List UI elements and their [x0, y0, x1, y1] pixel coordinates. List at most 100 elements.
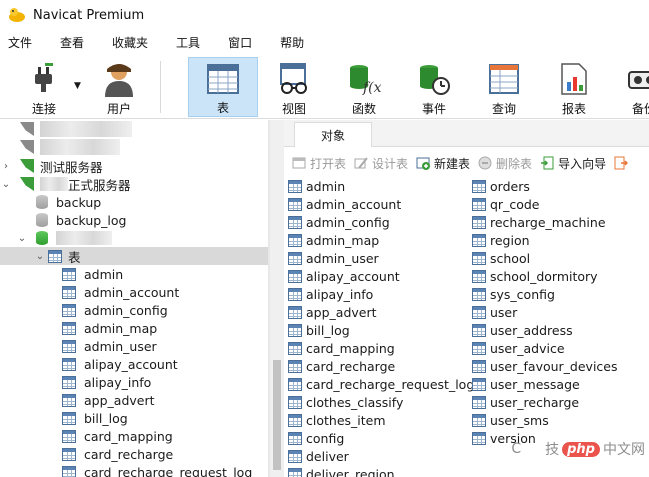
delete-table-label: 删除表 — [496, 156, 533, 171]
object-table-item[interactable]: clothes_classify — [288, 393, 403, 411]
object-table-item[interactable]: clothes_item — [288, 411, 386, 429]
redacted-name — [40, 139, 120, 155]
table-icon — [472, 305, 486, 319]
tree-table-item[interactable]: bill_log — [0, 409, 268, 427]
connection-icon — [20, 140, 34, 154]
object-table-label: admin_user — [306, 250, 379, 266]
object-table-item[interactable]: bill_log — [288, 321, 350, 339]
object-table-item[interactable]: card_recharge_request_log — [288, 375, 474, 393]
object-table-item[interactable]: admin_user — [288, 249, 379, 267]
object-table-label: card_mapping — [306, 340, 395, 356]
user-button[interactable]: 用户 — [90, 57, 148, 117]
object-table-item[interactable]: user_favour_devices — [472, 357, 618, 375]
table-icon — [288, 341, 302, 355]
import-wizard-label: 导入向导 — [558, 156, 607, 171]
object-table-item[interactable]: config — [288, 429, 344, 447]
object-table-item[interactable]: region — [472, 231, 530, 249]
tree-table-item[interactable]: admin_user — [0, 337, 268, 355]
connect-dropdown-icon[interactable]: ▼ — [74, 81, 81, 91]
menu-tools[interactable]: 工具 — [168, 32, 208, 54]
tab-objects[interactable]: 对象 — [294, 122, 372, 147]
object-table-label: bill_log — [306, 322, 350, 338]
object-table-item[interactable]: user_message — [472, 375, 580, 393]
connect-button[interactable]: 连接 — [14, 57, 74, 117]
export-wizard-button[interactable] — [614, 152, 632, 174]
object-table-item[interactable]: recharge_machine — [472, 213, 606, 231]
new-table-button[interactable]: 新建表 — [416, 152, 470, 174]
object-table-item[interactable]: app_advert — [288, 303, 377, 321]
tree-table-item[interactable]: admin_map — [0, 319, 268, 337]
report-button[interactable]: 报表 — [546, 57, 602, 117]
design-table-button[interactable]: 设计表 — [354, 152, 408, 174]
delete-table-button[interactable]: 删除表 — [478, 152, 532, 174]
view-button[interactable]: 视图 — [266, 57, 322, 117]
tree-server-test[interactable]: › 测试服务器 — [0, 157, 268, 175]
tree-db-backup[interactable]: backup — [0, 193, 268, 211]
table-icon — [288, 233, 302, 247]
object-table-item[interactable]: orders — [472, 177, 530, 195]
object-table-item[interactable]: qr_code — [472, 195, 539, 213]
open-table-button[interactable]: 打开表 — [292, 152, 346, 174]
object-table-item[interactable]: admin_map — [288, 231, 379, 249]
query-label: 查询 — [491, 102, 516, 116]
collapse-arrow-icon[interactable]: ⌄ — [0, 179, 12, 190]
object-table-item[interactable]: sys_config — [472, 285, 555, 303]
tree-table-item[interactable]: card_mapping — [0, 427, 268, 445]
collapse-arrow-icon[interactable]: ⌄ — [16, 233, 28, 244]
menu-file[interactable]: 文件 — [0, 32, 40, 54]
tree-table-item[interactable]: alipay_info — [0, 373, 268, 391]
backup-button[interactable]: 备份 — [616, 57, 649, 117]
object-table-item[interactable]: admin — [288, 177, 345, 195]
menu-favorites[interactable]: 收藏夹 — [104, 32, 156, 54]
menu-window[interactable]: 窗口 — [220, 32, 260, 54]
tree-table-item[interactable]: card_recharge_request_log — [0, 463, 268, 477]
object-table-item[interactable]: user_sms — [472, 411, 549, 429]
import-wizard-button[interactable]: 导入向导 — [540, 152, 606, 174]
menu-help[interactable]: 帮助 — [272, 32, 312, 54]
tree-tables-folder[interactable]: ⌄ 表 — [0, 247, 268, 265]
object-table-item[interactable]: user_recharge — [472, 393, 579, 411]
table-button[interactable]: 表 — [188, 57, 258, 117]
object-table-item[interactable]: admin_account — [288, 195, 401, 213]
table-icon — [288, 413, 302, 427]
object-table-item[interactable]: user_advice — [472, 339, 565, 357]
tree-table-item[interactable]: card_recharge — [0, 445, 268, 463]
query-button[interactable]: 查询 — [476, 57, 532, 117]
object-table-item[interactable]: user_address — [472, 321, 573, 339]
expand-arrow-icon[interactable]: › — [0, 161, 12, 172]
object-table-item[interactable]: deliver_region — [288, 465, 395, 477]
tree-scrollbar[interactable] — [270, 120, 284, 477]
object-table-item[interactable]: card_mapping — [288, 339, 395, 357]
object-table-item[interactable]: alipay_account — [288, 267, 400, 285]
object-table-item[interactable]: card_recharge — [288, 357, 395, 375]
event-label: 事件 — [421, 102, 446, 116]
tree-table-item[interactable]: alipay_account — [0, 355, 268, 373]
table-icon — [472, 413, 486, 427]
table-icon — [288, 251, 302, 265]
tree-db-current[interactable]: ⌄ — [0, 229, 268, 247]
menu-view[interactable]: 查看 — [52, 32, 92, 54]
tree-table-item[interactable]: app_advert — [0, 391, 268, 409]
event-clock-icon — [416, 61, 452, 97]
table-icon — [62, 411, 76, 425]
object-table-item[interactable]: school_dormitory — [472, 267, 598, 285]
event-button[interactable]: 事件 — [406, 57, 462, 117]
object-table-label: admin — [306, 178, 346, 194]
tab-strip: 对象 — [284, 120, 649, 147]
object-table-item[interactable]: deliver — [288, 447, 349, 465]
tree-server-prod[interactable]: ⌄ 正式服务器 — [0, 175, 268, 193]
object-table-item[interactable]: alipay_info — [288, 285, 373, 303]
redacted-name — [56, 231, 112, 245]
object-table-item[interactable]: admin_config — [288, 213, 390, 231]
function-button[interactable]: f(x) 函数 — [336, 57, 392, 117]
object-table-item[interactable]: user — [472, 303, 517, 321]
tree-connection-blurred-2[interactable] — [0, 138, 268, 156]
tree-connection-blurred-1[interactable] — [0, 120, 268, 138]
tree-table-item[interactable]: admin_account — [0, 283, 268, 301]
scrollbar-thumb[interactable] — [273, 360, 281, 470]
tree-table-item[interactable]: admin_config — [0, 301, 268, 319]
object-table-item[interactable]: school — [472, 249, 530, 267]
tree-table-item[interactable]: admin — [0, 265, 268, 283]
collapse-arrow-icon[interactable]: ⌄ — [34, 251, 46, 262]
tree-db-backup-log[interactable]: backup_log — [0, 211, 268, 229]
